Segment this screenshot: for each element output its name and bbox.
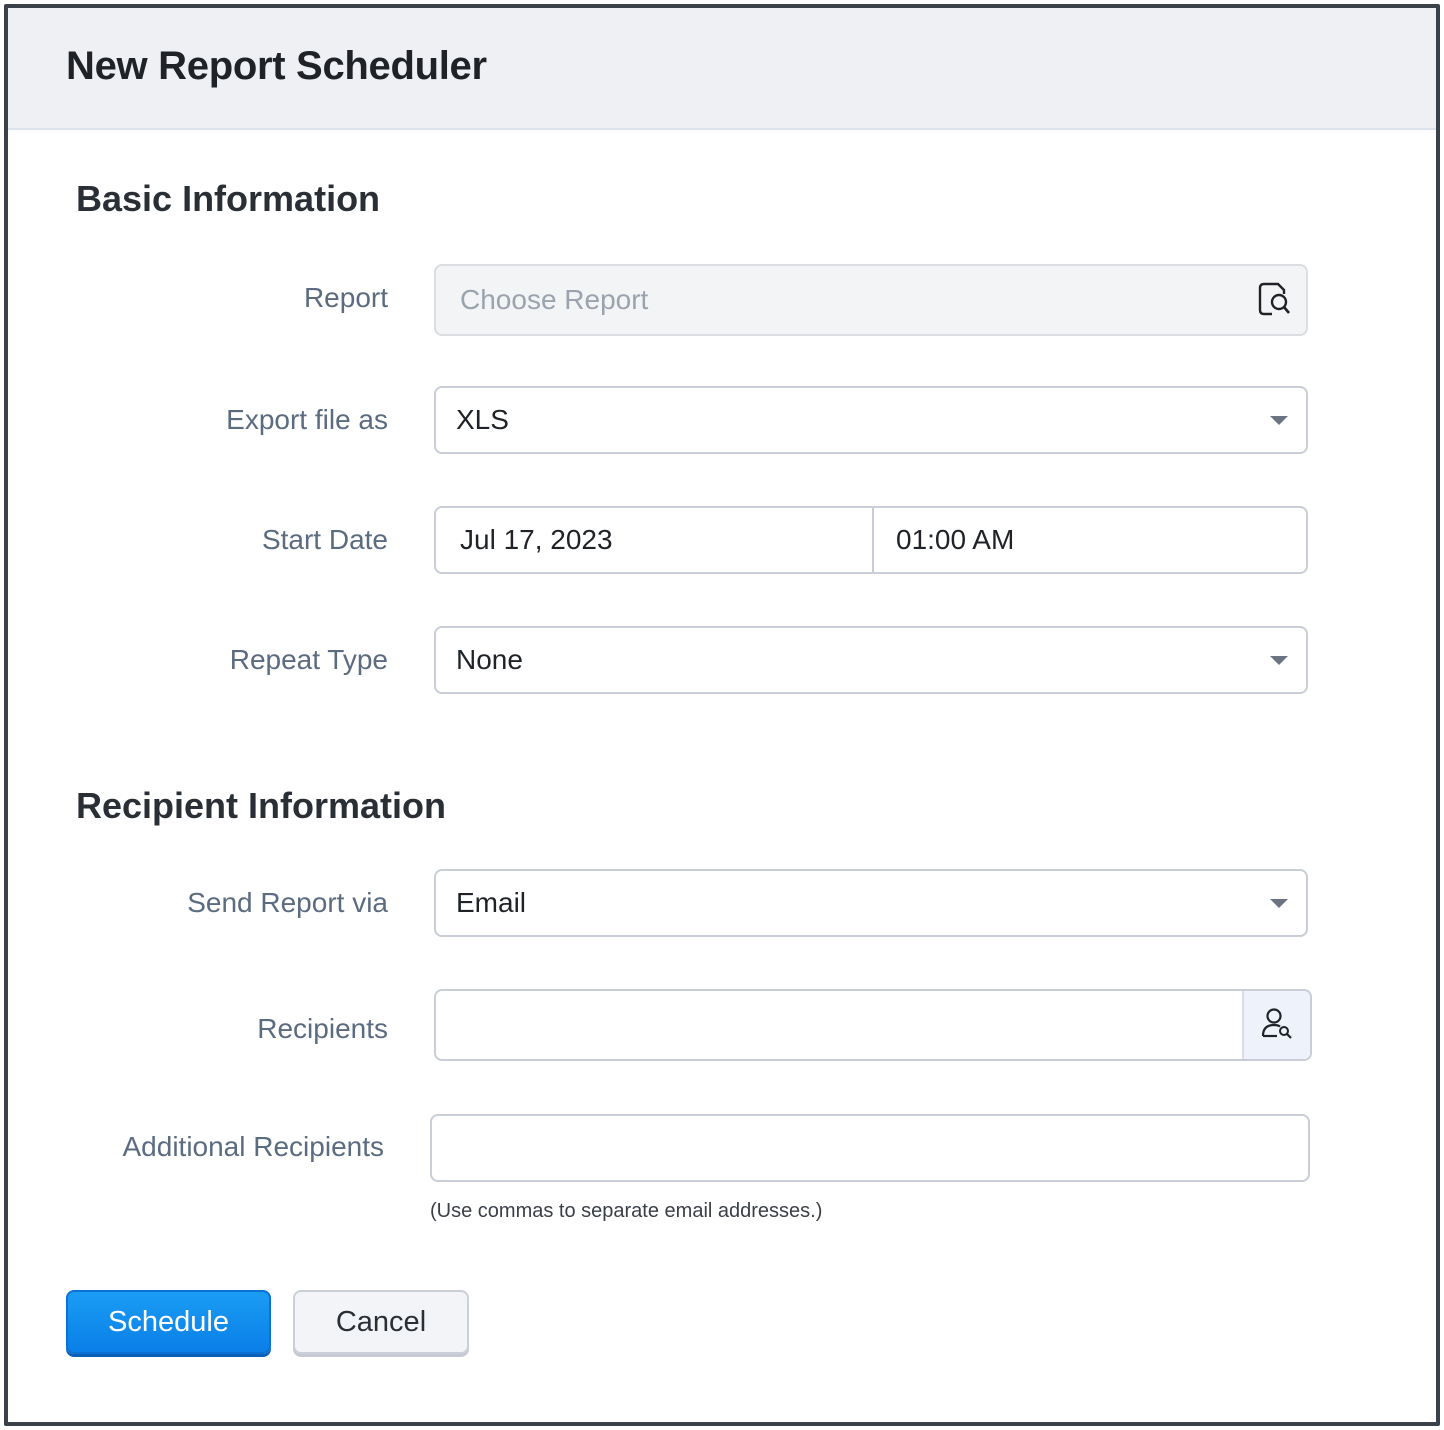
- user-search-button[interactable]: [1242, 991, 1310, 1059]
- report-placeholder: Choose Report: [460, 284, 649, 315]
- recipient-information-heading: Recipient Information: [76, 785, 447, 826]
- additional-recipients-label: Additional Recipients: [122, 1131, 385, 1162]
- recipients-label: Recipients: [257, 1013, 388, 1044]
- report-chooser[interactable]: Choose Report: [434, 264, 1308, 336]
- send-via-select[interactable]: Email: [434, 869, 1308, 937]
- basic-information-heading: Basic Information: [76, 178, 381, 219]
- schedule-button[interactable]: Schedule: [66, 1290, 271, 1354]
- start-date-label: Start Date: [261, 524, 388, 555]
- repeat-type-label: Repeat Type: [229, 644, 388, 675]
- additional-recipients-input[interactable]: [430, 1114, 1310, 1182]
- report-label: Report: [303, 282, 388, 313]
- chevron-down-icon: [1270, 416, 1288, 425]
- cancel-button[interactable]: Cancel: [293, 1290, 469, 1354]
- start-time-value: 01:00 AM: [896, 524, 1015, 555]
- send-via-label: Send Report via: [187, 887, 388, 918]
- report-search-icon[interactable]: [1256, 280, 1292, 318]
- export-format-select[interactable]: XLS: [434, 386, 1308, 454]
- export-label: Export file as: [226, 404, 388, 435]
- user-search-icon: [1260, 1006, 1294, 1045]
- chevron-down-icon: [1270, 899, 1288, 908]
- start-time-input[interactable]: 01:00 AM: [874, 508, 1306, 572]
- start-date-value: Jul 17, 2023: [460, 524, 613, 555]
- report-scheduler-dialog: New Report Scheduler Basic Information R…: [4, 4, 1440, 1426]
- start-date-input[interactable]: Jul 17, 2023: [436, 508, 872, 572]
- send-via-value: Email: [456, 887, 527, 918]
- recipients-input[interactable]: [434, 989, 1312, 1061]
- repeat-type-value: None: [456, 644, 523, 675]
- dialog-title: New Report Scheduler: [66, 44, 487, 88]
- repeat-type-select[interactable]: None: [434, 626, 1308, 694]
- chevron-down-icon: [1270, 656, 1288, 665]
- dialog-header: New Report Scheduler: [8, 8, 1436, 130]
- export-format-value: XLS: [456, 404, 509, 435]
- start-datetime-group: Jul 17, 2023 01:00 AM: [434, 506, 1308, 574]
- additional-recipients-hint: (Use commas to separate email addresses.…: [430, 1200, 823, 1222]
